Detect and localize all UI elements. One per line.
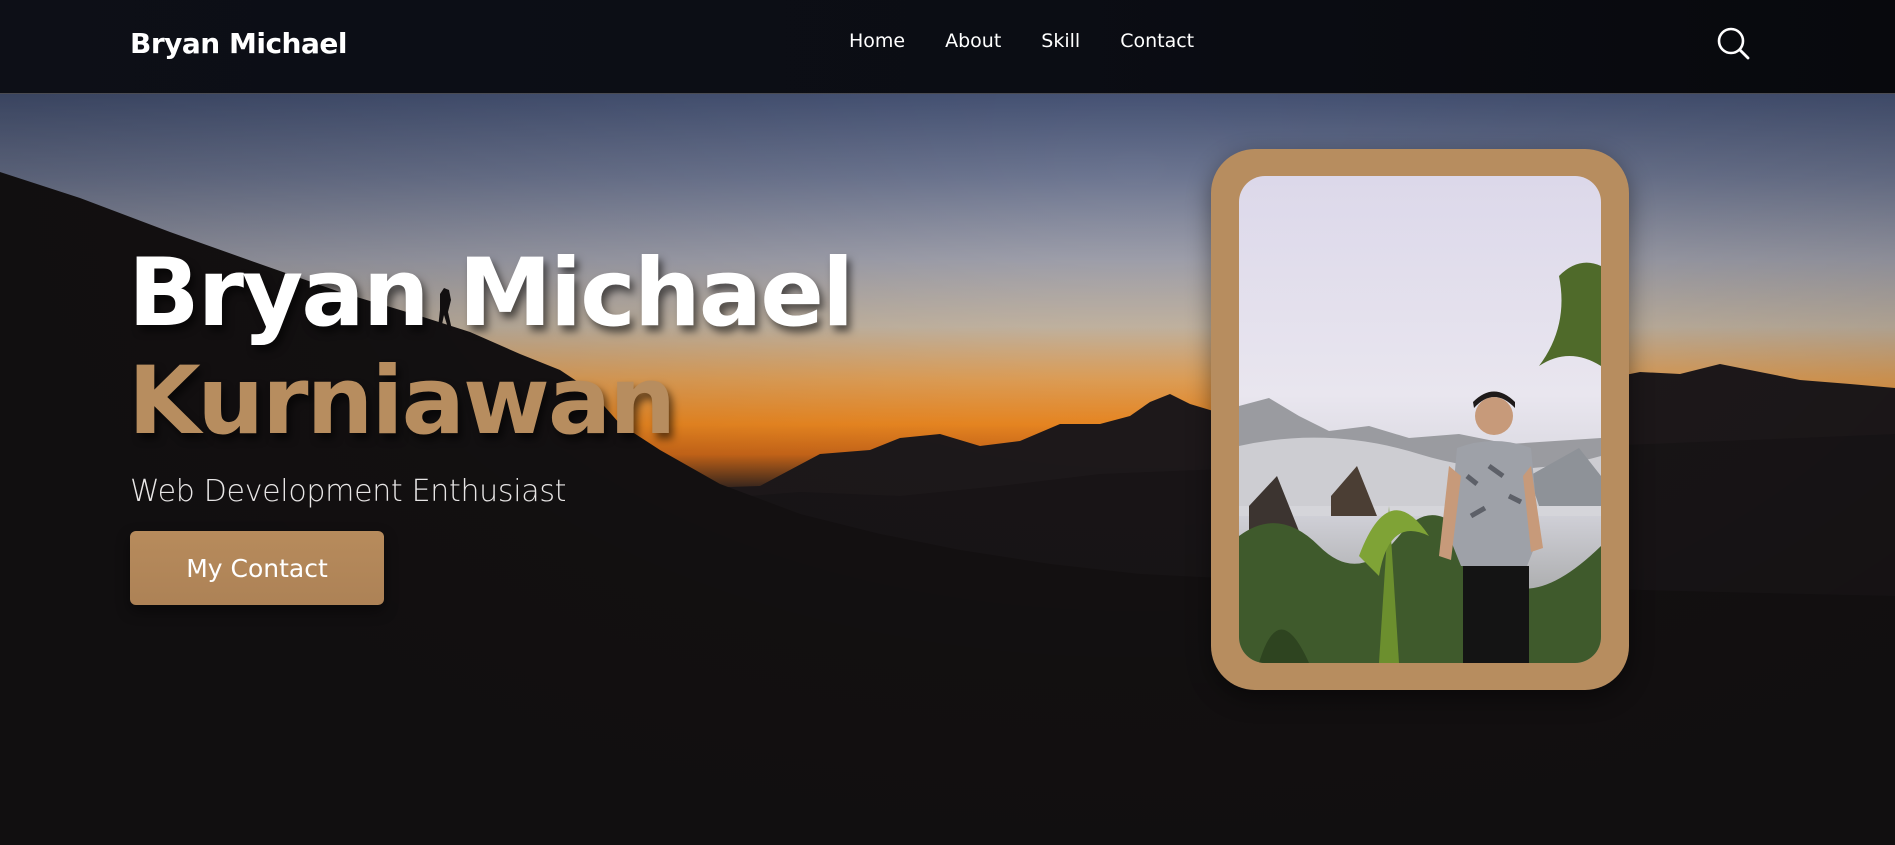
nav-link-skill[interactable]: Skill [1041, 30, 1080, 52]
nav-menu: Home About Skill Contact [849, 30, 1234, 52]
search-icon [1717, 27, 1750, 60]
hero-subtitle: Web Development Enthusiast [130, 474, 567, 509]
hero-first-name: Bryan Michael [128, 239, 854, 348]
brand-logo[interactable]: Bryan Michael [130, 27, 347, 60]
hero-section: Bryan Michael Kurniawan Web Development … [0, 94, 1895, 845]
profile-photo [1239, 176, 1601, 663]
navbar: Bryan Michael Home About Skill Contact [0, 0, 1895, 94]
hero-last-name: Kurniawan [128, 347, 676, 456]
search-button[interactable] [1716, 26, 1750, 60]
profile-photo-frame [1211, 149, 1629, 690]
hero-title: Bryan Michael Kurniawan [128, 239, 854, 456]
my-contact-button[interactable]: My Contact [130, 531, 384, 605]
portrait-illustration [1239, 176, 1601, 663]
nav-link-about[interactable]: About [945, 30, 1001, 52]
nav-link-home[interactable]: Home [849, 30, 905, 52]
nav-link-contact[interactable]: Contact [1120, 30, 1194, 52]
